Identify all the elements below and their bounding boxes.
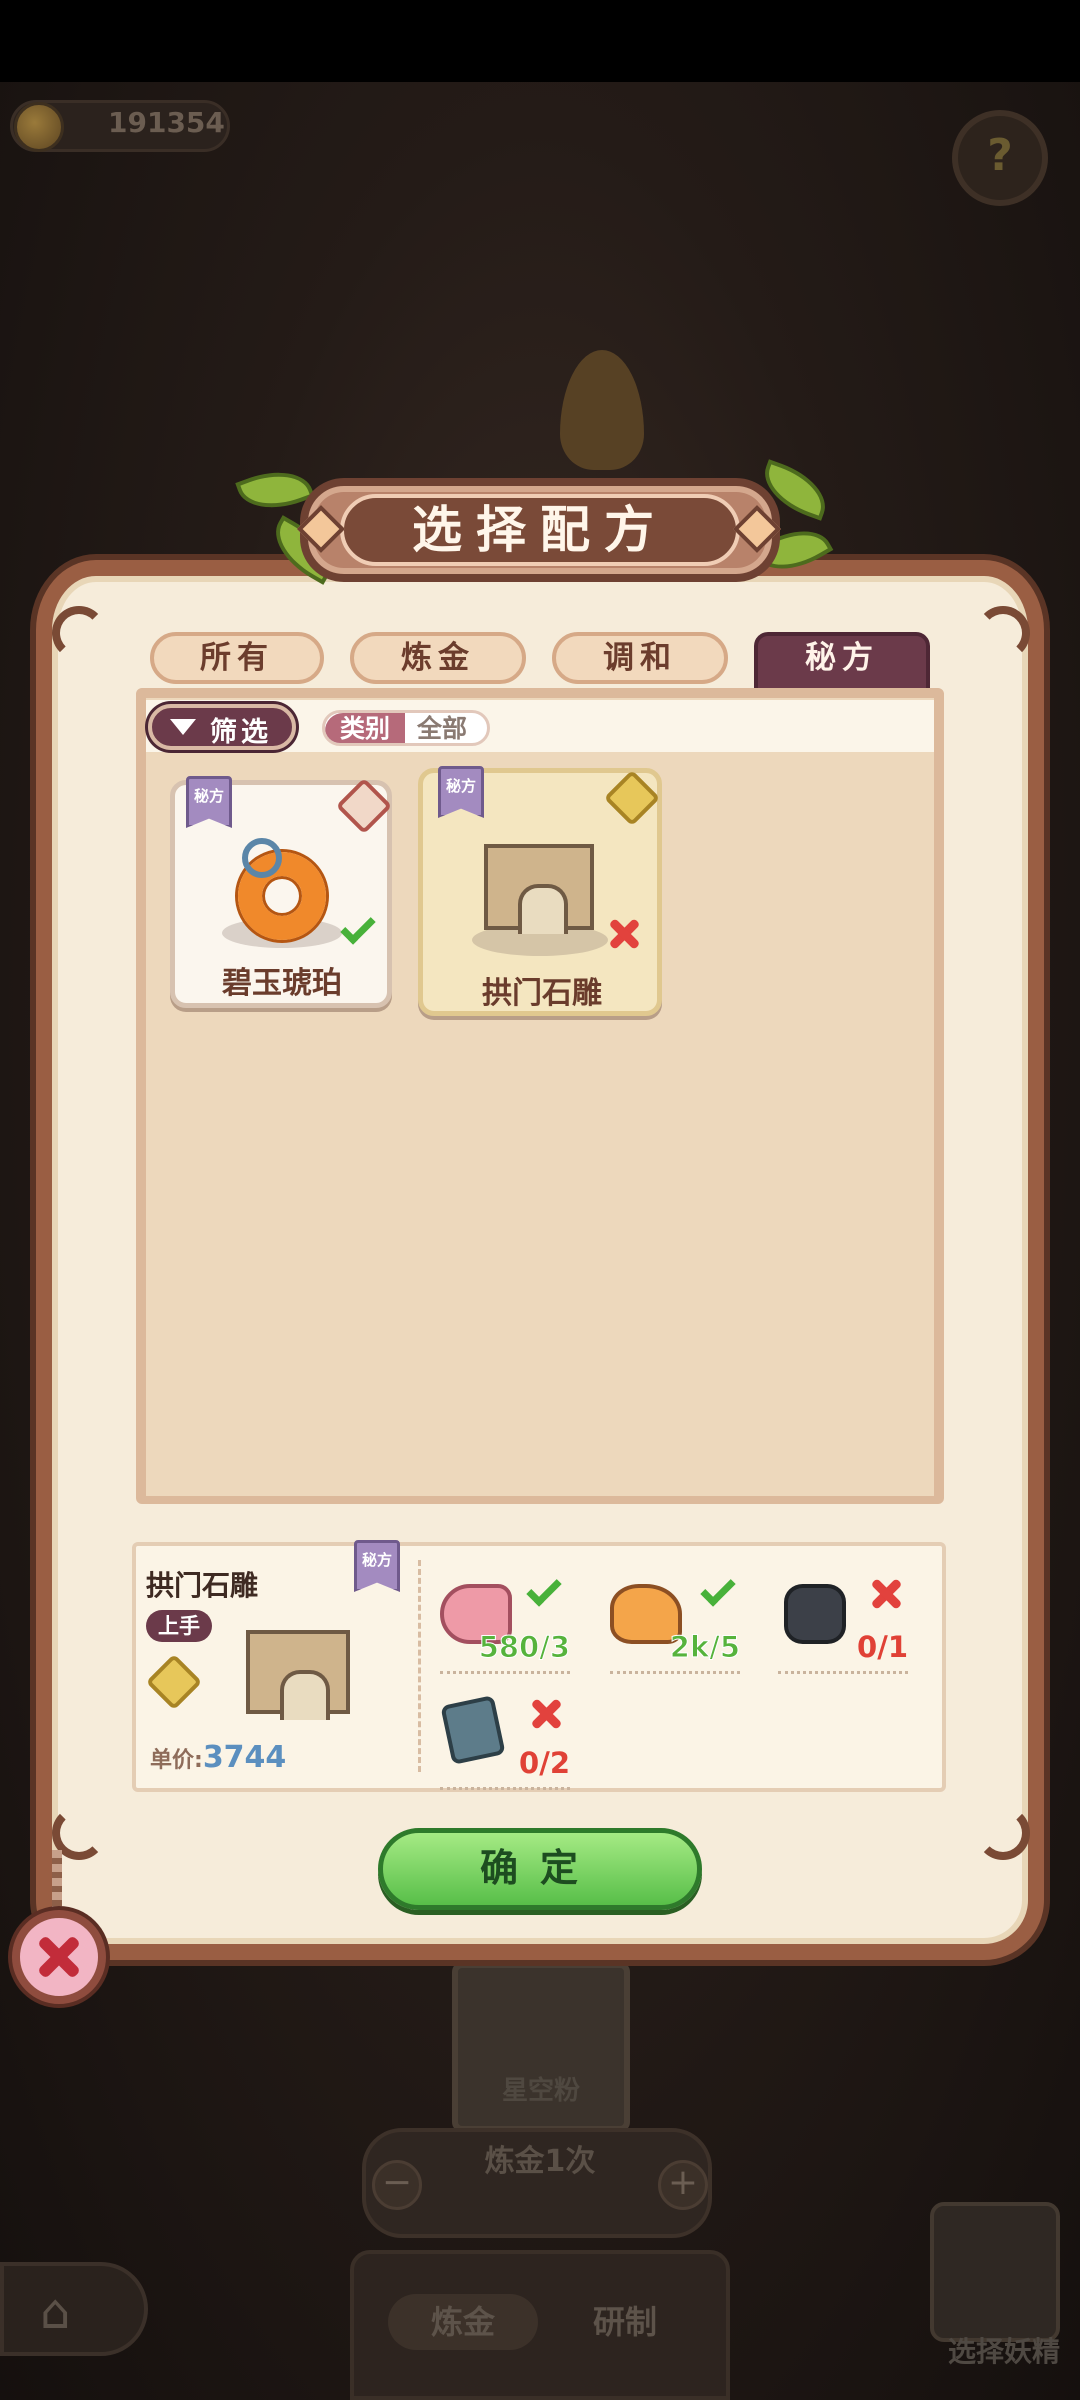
minus-button: − <box>372 2160 422 2210</box>
corner-ornament <box>52 606 106 660</box>
plus-button: + <box>658 2160 708 2210</box>
stone-arch-icon <box>484 844 594 934</box>
dialog-title: 选择配方 <box>412 501 668 559</box>
tab-blend[interactable]: 调和 <box>552 632 728 684</box>
unit-price: 单价:3744 <box>150 1740 286 1775</box>
tab-all[interactable]: 所有 <box>150 632 324 684</box>
home-button: ⌂ <box>0 2262 148 2356</box>
material-count: 0/1 <box>857 1630 908 1664</box>
ring-knot-decoration <box>242 838 282 878</box>
material-underline <box>440 1671 570 1674</box>
secret-tag-label: 秘方 <box>361 1551 392 1569</box>
skill-badge: 上手 <box>146 1610 212 1642</box>
fairy-portrait <box>930 2202 1060 2342</box>
coin-value: 191354 <box>108 106 225 139</box>
detail-recipe-name: 拱门石雕 <box>146 1569 259 1602</box>
price-label: 单价: <box>150 1748 203 1773</box>
coin-icon <box>14 102 64 152</box>
category-filter[interactable]: 类别 全部 <box>322 710 490 746</box>
help-button[interactable]: ? <box>952 110 1048 206</box>
recipe-name: 拱门石雕 <box>482 976 602 1011</box>
material-slot[interactable]: 0/1 <box>778 1584 908 1674</box>
filter-label: 筛选 <box>210 717 272 748</box>
material-count: 0/2 <box>519 1746 570 1780</box>
category-key: 类别 <box>325 713 405 743</box>
bottom-tab-research: 研制 <box>592 2303 657 2341</box>
dark-stone-icon <box>784 1584 846 1644</box>
filter-button[interactable]: 筛选 <box>148 704 296 750</box>
secret-tag-label: 秘方 <box>445 777 476 795</box>
recipe-name: 碧玉琥珀 <box>222 966 342 1001</box>
tab-alchemy[interactable]: 炼金 <box>350 632 526 684</box>
material-count: 2k/5 <box>669 1630 740 1665</box>
tab-secret[interactable]: 秘方 <box>754 632 930 692</box>
material-slot[interactable]: 580/3 <box>440 1571 571 1674</box>
material-underline <box>610 1671 740 1674</box>
category-value: 全部 <box>417 714 468 743</box>
corner-ornament <box>976 1806 1030 1860</box>
rune-tablet-icon <box>440 1695 506 1765</box>
material-slot[interactable]: 2k/5 <box>610 1571 741 1674</box>
rope-decoration <box>52 1850 62 1916</box>
cross-icon <box>528 1696 564 1732</box>
funnel-icon <box>170 719 196 735</box>
confirm-button[interactable]: 确定 <box>378 1828 702 1910</box>
stone-arch-icon <box>246 1630 350 1720</box>
background-material-label: 星空粉 <box>501 2076 580 2106</box>
cross-icon <box>606 916 642 952</box>
secret-tag-label: 秘方 <box>193 787 224 805</box>
close-button[interactable] <box>12 1910 106 2004</box>
price-value: 3744 <box>202 1740 287 1775</box>
detail-divider <box>418 1560 421 1772</box>
status-bar <box>0 0 1080 82</box>
corner-ornament <box>976 606 1030 660</box>
material-slot[interactable]: 0/2 <box>440 1695 570 1790</box>
craft-count-label: 炼金1次 <box>484 2144 596 2179</box>
material-count: 580/3 <box>478 1630 570 1665</box>
select-fairy-label: 选择妖精 <box>947 2335 1060 2368</box>
cross-icon <box>868 1576 904 1612</box>
material-underline <box>778 1671 908 1674</box>
bottom-tab-alchemy: 炼金 <box>388 2294 538 2350</box>
question-icon: ? <box>987 130 1013 181</box>
material-underline <box>440 1787 570 1790</box>
home-icon: ⌂ <box>40 2284 71 2340</box>
